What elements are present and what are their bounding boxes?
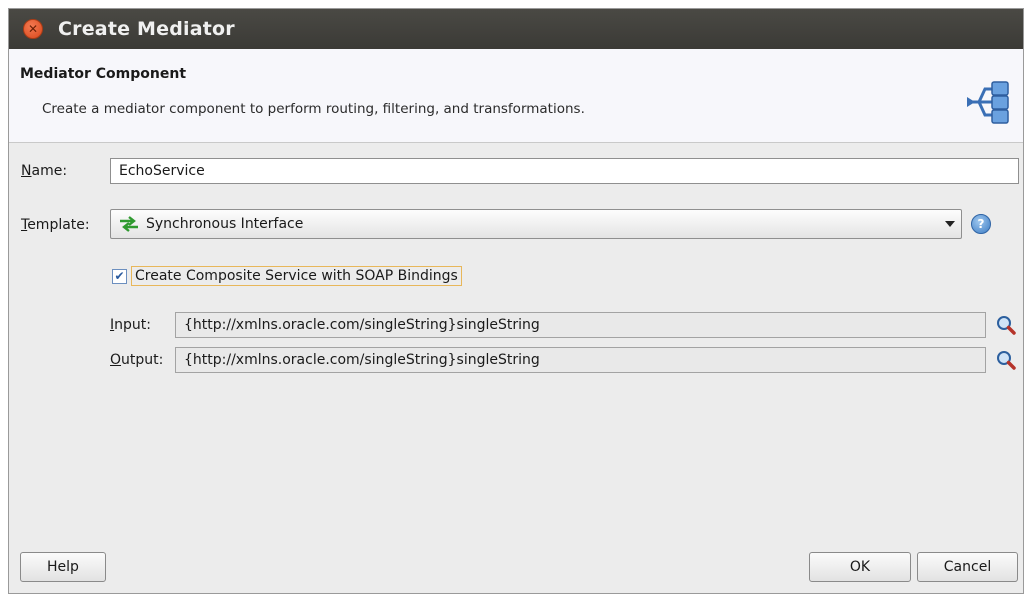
template-selected-value: Synchronous Interface	[146, 216, 304, 232]
mediator-routing-icon	[967, 81, 1009, 124]
cancel-button[interactable]: Cancel	[917, 552, 1018, 582]
input-label: Input:	[110, 317, 151, 333]
ok-button[interactable]: OK	[809, 552, 911, 582]
close-icon[interactable]: ✕	[23, 19, 43, 39]
template-select[interactable]: Synchronous Interface	[110, 209, 962, 239]
create-mediator-dialog: ✕ Create Mediator Mediator Component Cre…	[8, 8, 1024, 594]
header-description: Create a mediator component to perform r…	[42, 101, 585, 117]
name-input[interactable]: EchoService	[110, 158, 1019, 184]
synchronous-interface-icon	[120, 216, 138, 232]
composite-service-checkbox-row[interactable]: ✔ Create Composite Service with SOAP Bin…	[110, 263, 464, 289]
input-type-field: {http://xmlns.oracle.com/singleString}si…	[175, 312, 986, 338]
search-icon[interactable]	[995, 349, 1017, 371]
header-panel: Mediator Component Create a mediator com…	[9, 49, 1023, 143]
composite-service-checkbox[interactable]: ✔	[112, 268, 127, 284]
search-icon[interactable]	[995, 314, 1017, 336]
window-title: Create Mediator	[58, 18, 235, 40]
output-type-field: {http://xmlns.oracle.com/singleString}si…	[175, 347, 986, 373]
template-label: Template:	[21, 217, 90, 233]
header-title: Mediator Component	[20, 66, 187, 82]
composite-service-label[interactable]: Create Composite Service with SOAP Bindi…	[131, 266, 462, 286]
chevron-down-icon[interactable]	[945, 221, 955, 227]
help-icon[interactable]: ?	[971, 214, 991, 234]
title-bar: ✕ Create Mediator	[9, 9, 1023, 49]
name-label: Name:	[21, 163, 68, 179]
output-label: Output:	[110, 352, 164, 368]
help-button[interactable]: Help	[20, 552, 106, 582]
